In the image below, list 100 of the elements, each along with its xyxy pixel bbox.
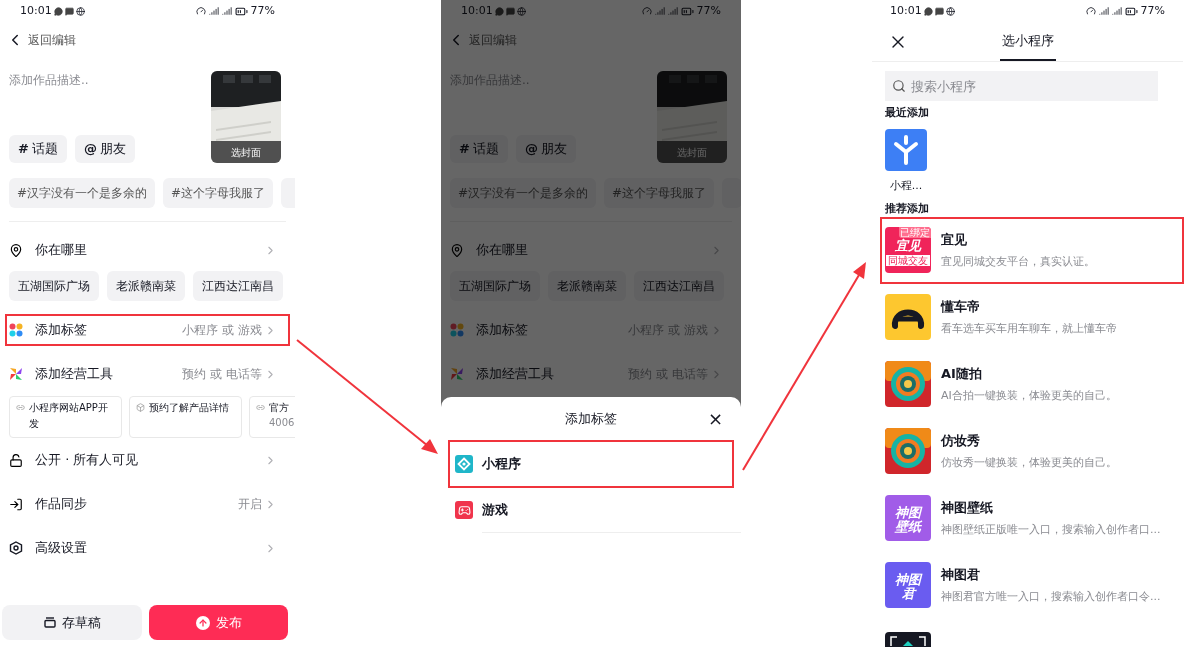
gauge-icon [1085,6,1096,16]
sheet-option[interactable]: 游戏 [448,488,734,532]
tool-card[interactable]: 预约了解产品详情 [129,396,242,438]
tool-card[interactable]: 小程序网站APP开发 [9,396,122,438]
app-row[interactable]: 懂车帝 看车选车买车用车聊车，就上懂车帝 [880,283,1184,351]
cube-icon [136,403,145,412]
option-label: 游戏 [482,501,508,520]
row-label: 添加标签 [476,321,528,340]
chat-icon [494,6,504,16]
app-name: 仿妆秀 [941,432,981,450]
row-value: 预约 或 电话等 [182,366,262,383]
signal-icon [221,6,232,16]
lock-icon [9,452,23,468]
upload-icon [195,615,210,630]
gauge-icon [195,6,206,16]
settings-row[interactable]: 你在哪里 [5,234,290,266]
link-icon [256,403,265,412]
settings-row[interactable]: 添加经营工具 预约 或 电话等 [5,358,290,390]
message-icon [505,6,515,16]
logo-caption: 同城交友 [886,254,930,266]
dots-icon [450,323,464,337]
app-name: 神图君 [941,566,981,584]
back-button[interactable]: 返回编辑 [0,22,82,58]
location-chip[interactable]: 江西达江南昌 [193,271,283,301]
cover-thumbnail[interactable]: 选封面 [211,71,281,163]
hashtag-chip[interactable]: #这个字母我服了 [163,178,274,208]
gamepad-icon [455,501,473,519]
link-icon [16,403,25,412]
card-title: 小程序网站APP开发 [29,401,109,431]
section-label: 推荐添加 [885,200,929,217]
app-name: 宜见 [941,231,968,249]
card-title: 官方 [269,401,290,415]
app-row[interactable]: AI随拍 AI合拍一键换装，体验更美的自己。 [880,350,1184,418]
battery-level: 77% [1140,2,1165,19]
sheet-option[interactable]: 小程序 [448,440,734,488]
description-placeholder[interactable]: 添加作品描述.. [9,71,135,89]
globe-icon [75,6,85,16]
row-value: 开启 [238,496,262,513]
app-description: 宜见同城交友平台，真实认证。 [941,253,1095,270]
pinwheel-icon [450,367,464,381]
location-pin-icon [450,242,464,258]
app-icon [885,129,927,171]
app-description: 神图壁纸正版唯一入口，搜索输入创作者口... [941,521,1161,538]
publish-button[interactable]: 发布 [149,605,288,640]
row-label: 添加标签 [35,321,87,340]
draft-button[interactable]: 存草稿 [2,605,142,640]
app-row[interactable]: 神图壁纸 神图壁纸 神图壁纸正版唯一入口，搜索输入创作者口... [880,484,1184,552]
mini-program-icon [455,455,473,473]
signal-icon [208,6,219,16]
row-label: 作品同步 [35,495,87,514]
status-time: 10:01 [890,2,922,19]
location-chip[interactable]: 老派赣南菜 [107,271,185,301]
section-label: 最近添加 [885,105,929,121]
row-label: 高级设置 [35,539,87,558]
gauge-icon [641,6,652,16]
app-icon [885,428,931,474]
row-label: 你在哪里 [476,241,528,260]
settings-row[interactable]: 高级设置 [5,532,290,564]
settings-row[interactable]: 公开 · 所有人可见 [5,444,290,476]
sheet-title: 添加标签 [565,409,617,428]
app-description: 看车选车买车用车聊车，就上懂车帝 [941,320,1117,337]
chat-icon [53,6,63,16]
search-field[interactable]: 搜索小程序 [885,71,1158,101]
quick-chip[interactable]: # 话题 [9,135,67,163]
row-label: 公开 · 所有人可见 [35,451,139,470]
app-name[interactable]: 小程... [889,178,923,195]
app-description: AI合拍一键换装，体验更美的自己。 [941,387,1117,404]
row-label: 你在哪里 [35,241,87,260]
globe-icon [516,6,526,16]
tool-card[interactable]: 官方 4006 [249,396,295,438]
logo-text: 神图壁纸 [893,506,923,534]
globe-icon [945,6,955,16]
card-subtitle: 4006 [269,416,295,430]
app-row[interactable]: 仿妆秀 仿妆秀一键换装，体验更美的自己。 [880,417,1184,485]
signal-icon [1111,6,1122,16]
battery-level: 77% [696,2,721,19]
option-label: 小程序 [482,455,521,474]
settings-row[interactable]: 作品同步 开启 [5,488,290,520]
battery-level: 77% [250,2,275,19]
hexagon-icon [9,541,23,555]
bound-badge: 已绑定 [899,227,931,238]
close-button[interactable]: × [707,409,723,428]
signal-icon [654,6,665,16]
app-name: 懂车帝 [941,298,981,316]
logo-text: 神图君 [894,573,923,601]
chat-icon [923,6,933,16]
app-row[interactable]: 神图君 神图君 神图君官方唯一入口，搜索输入创作者口令... [880,551,1184,619]
quick-chip[interactable]: @ 朋友 [74,135,135,163]
cover-label[interactable]: 选封面 [211,141,281,163]
location-chip[interactable]: 五湖国际广场 [9,271,99,301]
card-title: 预约了解产品详情 [149,401,229,415]
settings-row[interactable]: 添加标签 小程序 或 游戏 [5,314,290,346]
message-icon [64,6,74,16]
sync-icon [9,496,23,512]
status-time: 10:01 [20,2,52,19]
signal-icon [667,6,678,16]
hashtag-chip[interactable]: #汉字没有一个是多余的 [9,178,156,208]
row-label: 添加经营工具 [35,365,113,384]
app-name: 神图壁纸 [941,499,994,517]
signal-icon [1098,6,1109,16]
